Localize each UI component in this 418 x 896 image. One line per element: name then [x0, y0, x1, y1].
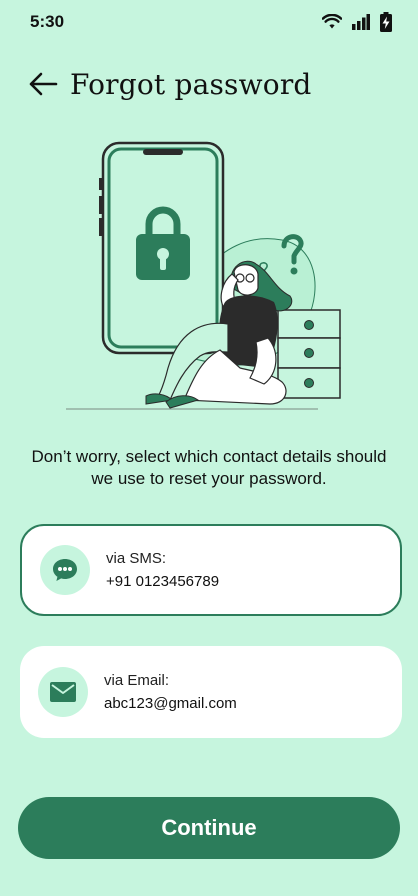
cellular-signal-icon: [352, 14, 370, 30]
back-button[interactable]: [28, 68, 60, 100]
header: Forgot password: [28, 64, 312, 104]
page-title: Forgot password: [70, 67, 312, 101]
status-icons: [322, 12, 392, 32]
sms-phone-number: +91 0123456789: [106, 573, 220, 590]
forgot-password-illustration: [60, 138, 360, 418]
status-bar: 5:30: [0, 0, 418, 44]
arrow-left-icon: [29, 72, 58, 96]
battery-charging-icon: [380, 12, 392, 32]
sms-label: via SMS:: [106, 550, 167, 567]
sms-option-card[interactable]: via SMS: +91 0123456789: [20, 524, 402, 616]
wifi-icon: [322, 14, 342, 30]
mail-icon: [38, 667, 88, 717]
instruction-text: Don’t worry, select which contact detail…: [31, 447, 387, 488]
status-time: 5:30: [30, 12, 65, 31]
email-option-card[interactable]: via Email: abc123@gmail.com: [20, 646, 402, 738]
email-address: abc123@gmail.com: [104, 695, 237, 712]
continue-button[interactable]: Continue: [18, 797, 400, 859]
chat-bubble-icon: [40, 545, 90, 595]
email-label: via Email:: [104, 672, 170, 689]
